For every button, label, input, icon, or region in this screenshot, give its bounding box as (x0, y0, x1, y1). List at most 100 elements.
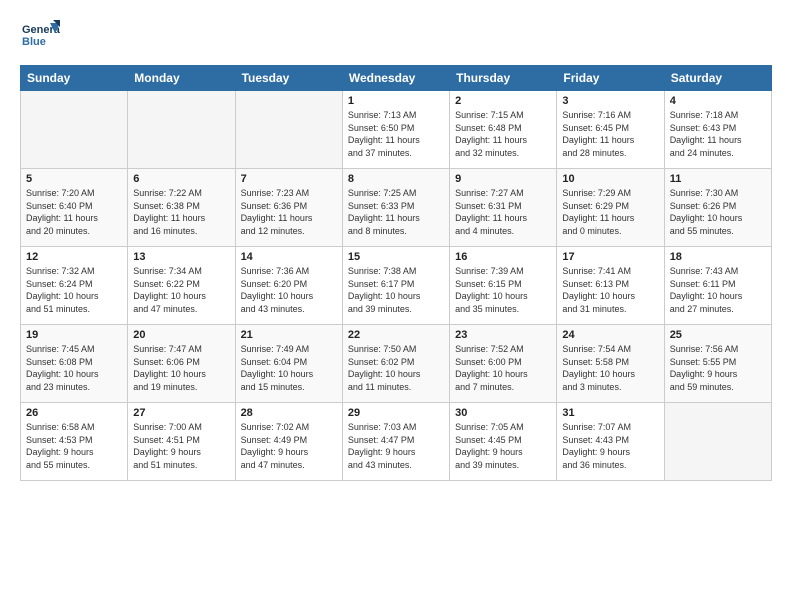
day-info: Sunrise: 7:43 AM Sunset: 6:11 PM Dayligh… (670, 265, 766, 315)
day-info: Sunrise: 7:29 AM Sunset: 6:29 PM Dayligh… (562, 187, 658, 237)
day-info: Sunrise: 7:07 AM Sunset: 4:43 PM Dayligh… (562, 421, 658, 471)
weekday-header: Sunday (21, 66, 128, 91)
calendar-cell: 8Sunrise: 7:25 AM Sunset: 6:33 PM Daylig… (342, 169, 449, 247)
day-info: Sunrise: 7:15 AM Sunset: 6:48 PM Dayligh… (455, 109, 551, 159)
weekday-header: Friday (557, 66, 664, 91)
weekday-header: Monday (128, 66, 235, 91)
calendar-cell: 15Sunrise: 7:38 AM Sunset: 6:17 PM Dayli… (342, 247, 449, 325)
calendar-week-row: 19 Sunrise: 7:45 AM Sunset: 6:08 PM Dayli… (21, 325, 772, 403)
calendar-cell: 9 Sunrise: 7:27 AM Sunset: 6:31 PM Daylig… (450, 169, 557, 247)
day-info: Sunrise: 7:49 AM Sunset: 6:04 PM Dayligh… (241, 343, 337, 393)
calendar-cell: 11 Sunrise: 7:30 AM Sunset: 6:26 PM Dayli… (664, 169, 771, 247)
day-number: 28 (241, 407, 337, 419)
day-number: 20 (133, 329, 229, 341)
weekday-header: Tuesday (235, 66, 342, 91)
day-info: Sunrise: 7:16 AM Sunset: 6:45 PM Dayligh… (562, 109, 658, 159)
day-number: 31 (562, 407, 658, 419)
day-info: Sunrise: 7:00 AM Sunset: 4:51 PM Dayligh… (133, 421, 229, 471)
day-info: Sunrise: 7:45 AM Sunset: 6:08 PM Dayligh… (26, 343, 122, 393)
calendar-cell: 30 Sunrise: 7:05 AM Sunset: 4:45 PM Dayli… (450, 403, 557, 481)
calendar-cell: 17Sunrise: 7:41 AM Sunset: 6:13 PM Dayli… (557, 247, 664, 325)
calendar-cell: 14 Sunrise: 7:36 AM Sunset: 6:20 PM Dayli… (235, 247, 342, 325)
day-info: Sunrise: 7:32 AM Sunset: 6:24 PM Dayligh… (26, 265, 122, 315)
calendar-cell: 25 Sunrise: 7:56 AM Sunset: 5:55 PM Dayli… (664, 325, 771, 403)
calendar-cell: 19 Sunrise: 7:45 AM Sunset: 6:08 PM Dayli… (21, 325, 128, 403)
calendar-cell: 1 Sunrise: 7:13 AM Sunset: 6:50 PM Daylig… (342, 91, 449, 169)
day-number: 15 (348, 251, 444, 263)
calendar-header-row: SundayMondayTuesdayWednesdayThursdayFrid… (21, 66, 772, 91)
day-number: 2 (455, 95, 551, 107)
day-info: Sunrise: 7:56 AM Sunset: 5:55 PM Dayligh… (670, 343, 766, 393)
calendar-cell: 27Sunrise: 7:00 AM Sunset: 4:51 PM Dayli… (128, 403, 235, 481)
calendar-week-row: 12Sunrise: 7:32 AM Sunset: 6:24 PM Dayli… (21, 247, 772, 325)
calendar-cell: 31 Sunrise: 7:07 AM Sunset: 4:43 PM Dayli… (557, 403, 664, 481)
calendar-week-row: 1 Sunrise: 7:13 AM Sunset: 6:50 PM Daylig… (21, 91, 772, 169)
calendar-week-row: 5 Sunrise: 7:20 AM Sunset: 6:40 PM Daylig… (21, 169, 772, 247)
day-number: 7 (241, 173, 337, 185)
calendar-cell: 3Sunrise: 7:16 AM Sunset: 6:45 PM Daylig… (557, 91, 664, 169)
svg-text:Blue: Blue (22, 36, 46, 48)
page-container: General Blue SundayMondayTuesdayWednesda… (0, 0, 792, 612)
calendar-cell (128, 91, 235, 169)
day-info: Sunrise: 7:18 AM Sunset: 6:43 PM Dayligh… (670, 109, 766, 159)
day-number: 1 (348, 95, 444, 107)
calendar-cell (664, 403, 771, 481)
day-number: 11 (670, 173, 766, 185)
logo-icon: General Blue (20, 15, 60, 55)
weekday-header: Thursday (450, 66, 557, 91)
day-info: Sunrise: 7:13 AM Sunset: 6:50 PM Dayligh… (348, 109, 444, 159)
day-info: Sunrise: 7:30 AM Sunset: 6:26 PM Dayligh… (670, 187, 766, 237)
day-number: 10 (562, 173, 658, 185)
calendar-cell: 16 Sunrise: 7:39 AM Sunset: 6:15 PM Dayli… (450, 247, 557, 325)
calendar-cell: 28 Sunrise: 7:02 AM Sunset: 4:49 PM Dayli… (235, 403, 342, 481)
calendar-cell (235, 91, 342, 169)
day-number: 16 (455, 251, 551, 263)
calendar-cell: 12Sunrise: 7:32 AM Sunset: 6:24 PM Dayli… (21, 247, 128, 325)
calendar-cell: 18 Sunrise: 7:43 AM Sunset: 6:11 PM Dayli… (664, 247, 771, 325)
calendar-cell: 24 Sunrise: 7:54 AM Sunset: 5:58 PM Dayli… (557, 325, 664, 403)
day-info: Sunrise: 7:20 AM Sunset: 6:40 PM Dayligh… (26, 187, 122, 237)
day-info: Sunrise: 7:36 AM Sunset: 6:20 PM Dayligh… (241, 265, 337, 315)
day-number: 21 (241, 329, 337, 341)
day-info: Sunrise: 7:52 AM Sunset: 6:00 PM Dayligh… (455, 343, 551, 393)
day-number: 9 (455, 173, 551, 185)
calendar-cell: 26Sunrise: 6:58 AM Sunset: 4:53 PM Dayli… (21, 403, 128, 481)
header: General Blue (20, 15, 772, 55)
calendar-cell: 6Sunrise: 7:22 AM Sunset: 6:38 PM Daylig… (128, 169, 235, 247)
calendar-week-row: 26Sunrise: 6:58 AM Sunset: 4:53 PM Dayli… (21, 403, 772, 481)
calendar-cell: 2 Sunrise: 7:15 AM Sunset: 6:48 PM Daylig… (450, 91, 557, 169)
day-number: 18 (670, 251, 766, 263)
day-number: 6 (133, 173, 229, 185)
day-number: 14 (241, 251, 337, 263)
day-info: Sunrise: 7:47 AM Sunset: 6:06 PM Dayligh… (133, 343, 229, 393)
day-info: Sunrise: 7:05 AM Sunset: 4:45 PM Dayligh… (455, 421, 551, 471)
day-info: Sunrise: 7:39 AM Sunset: 6:15 PM Dayligh… (455, 265, 551, 315)
calendar-cell: 23Sunrise: 7:52 AM Sunset: 6:00 PM Dayli… (450, 325, 557, 403)
day-number: 22 (348, 329, 444, 341)
day-info: Sunrise: 7:27 AM Sunset: 6:31 PM Dayligh… (455, 187, 551, 237)
day-number: 25 (670, 329, 766, 341)
calendar-table: SundayMondayTuesdayWednesdayThursdayFrid… (20, 65, 772, 481)
logo: General Blue (20, 15, 64, 55)
calendar-cell: 22 Sunrise: 7:50 AM Sunset: 6:02 PM Dayli… (342, 325, 449, 403)
day-info: Sunrise: 7:41 AM Sunset: 6:13 PM Dayligh… (562, 265, 658, 315)
weekday-header: Wednesday (342, 66, 449, 91)
calendar-cell: 4 Sunrise: 7:18 AM Sunset: 6:43 PM Daylig… (664, 91, 771, 169)
day-number: 24 (562, 329, 658, 341)
day-info: Sunrise: 7:25 AM Sunset: 6:33 PM Dayligh… (348, 187, 444, 237)
day-info: Sunrise: 7:54 AM Sunset: 5:58 PM Dayligh… (562, 343, 658, 393)
day-info: Sunrise: 7:02 AM Sunset: 4:49 PM Dayligh… (241, 421, 337, 471)
day-number: 30 (455, 407, 551, 419)
calendar-cell: 10 Sunrise: 7:29 AM Sunset: 6:29 PM Dayli… (557, 169, 664, 247)
calendar-cell: 7 Sunrise: 7:23 AM Sunset: 6:36 PM Daylig… (235, 169, 342, 247)
day-number: 4 (670, 95, 766, 107)
day-info: Sunrise: 7:23 AM Sunset: 6:36 PM Dayligh… (241, 187, 337, 237)
day-number: 13 (133, 251, 229, 263)
calendar-cell (21, 91, 128, 169)
day-info: Sunrise: 7:50 AM Sunset: 6:02 PM Dayligh… (348, 343, 444, 393)
day-number: 19 (26, 329, 122, 341)
calendar-cell: 13Sunrise: 7:34 AM Sunset: 6:22 PM Dayli… (128, 247, 235, 325)
day-info: Sunrise: 6:58 AM Sunset: 4:53 PM Dayligh… (26, 421, 122, 471)
day-number: 5 (26, 173, 122, 185)
calendar-cell: 21 Sunrise: 7:49 AM Sunset: 6:04 PM Dayli… (235, 325, 342, 403)
